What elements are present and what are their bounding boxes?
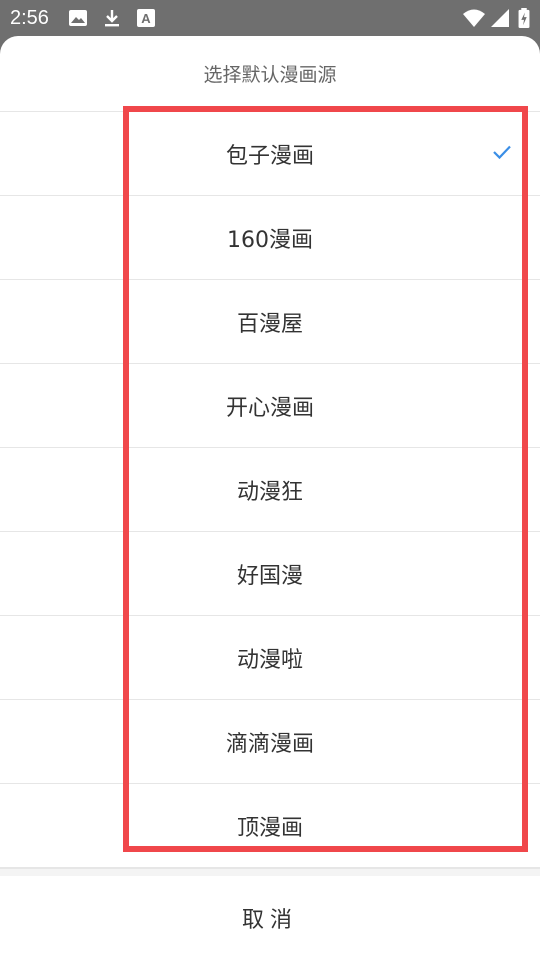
status-bar: 2:56 A	[0, 0, 540, 36]
download-icon	[105, 10, 119, 27]
option-haoguoman[interactable]: 好国漫	[0, 532, 540, 616]
option-label: 顶漫画	[236, 815, 303, 841]
option-label: 滴滴漫画	[225, 731, 314, 757]
image-icon	[69, 10, 87, 26]
source-picker-sheet: 选择默认漫画源 包子漫画 160漫画 百漫屋 开心漫画 动漫狂 好国漫 动漫啦 …	[0, 36, 540, 960]
cancel-button[interactable]: 取消	[0, 876, 540, 960]
divider	[0, 868, 540, 876]
option-label: 开心漫画	[225, 395, 314, 421]
option-label: 动漫啦	[236, 647, 303, 673]
option-label: 动漫狂	[236, 479, 303, 505]
option-dongmankuang[interactable]: 动漫狂	[0, 448, 540, 532]
option-label: 好国漫	[236, 563, 303, 589]
battery-charging-icon	[518, 8, 530, 28]
font-icon: A	[137, 9, 155, 27]
checkmark-icon	[493, 145, 511, 160]
option-dingmanhua[interactable]: 顶漫画	[0, 784, 540, 868]
source-options-list[interactable]: 包子漫画 160漫画 百漫屋 开心漫画 动漫狂 好国漫 动漫啦 滴滴漫画 顶漫画	[0, 112, 540, 868]
option-baozi[interactable]: 包子漫画	[0, 112, 540, 196]
option-label: 160漫画	[227, 227, 313, 253]
option-label: 百漫屋	[236, 311, 303, 337]
option-baimanwu[interactable]: 百漫屋	[0, 280, 540, 364]
svg-text:A: A	[141, 11, 151, 26]
option-label: 包子漫画	[225, 143, 314, 169]
dialog-title: 选择默认漫画源	[0, 36, 540, 112]
option-kaixin[interactable]: 开心漫画	[0, 364, 540, 448]
option-dongmanla[interactable]: 动漫啦	[0, 616, 540, 700]
status-time: 2:56	[10, 7, 49, 29]
signal-icon	[491, 9, 509, 27]
option-didi[interactable]: 滴滴漫画	[0, 700, 540, 784]
option-160[interactable]: 160漫画	[0, 196, 540, 280]
wifi-icon	[463, 9, 485, 27]
